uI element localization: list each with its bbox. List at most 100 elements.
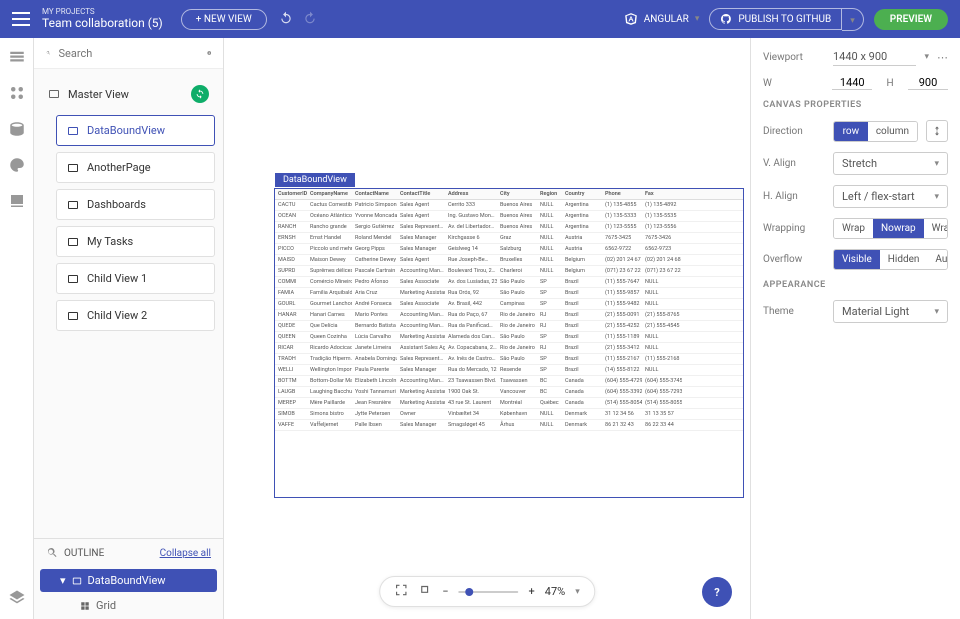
theme-label: Theme [763,306,825,317]
publish-group: PUBLISH TO GITHUB ▾ [709,8,863,31]
width-input[interactable] [832,76,872,90]
view-label: Child View 1 [87,272,147,285]
table-row[interactable]: BOTTMBottom-Dollar Mar…Elizabeth Lincoln… [275,376,743,387]
view-label: DataBoundView [87,124,165,137]
theme-icon[interactable] [8,156,26,174]
publish-chevron[interactable]: ▾ [842,8,864,31]
undo-icon[interactable] [279,11,293,28]
wrapping-wrap[interactable]: Wrap [834,219,873,238]
view-card[interactable]: Child View 2 [56,300,215,331]
zoom-slider[interactable] [459,591,519,593]
layers-icon[interactable] [8,589,26,607]
height-input[interactable] [908,76,948,90]
zoom-in-button[interactable]: + [529,585,535,598]
left-panel: Master View DataBoundView AnotherPage Dash… [34,38,224,619]
master-view[interactable]: Master View [42,79,215,109]
table-row[interactable]: RANCHRancho grandeSergio GutiérrezSales … [275,222,743,233]
table-row[interactable]: SIMOBSimons bistroJytte PetersenOwnerVin… [275,409,743,420]
view-card[interactable]: AnotherPage [56,152,215,183]
view-card[interactable]: Dashboards [56,189,215,220]
expand-icon[interactable] [418,583,432,600]
master-view-label: Master View [68,88,129,101]
table-row[interactable]: PICCOPiccolo und mehrGeorg PippsSales Ma… [275,244,743,255]
outline-title: OUTLINE [64,548,104,559]
outline-root[interactable]: ▾ DataBoundView [40,569,217,592]
topbar: MY PROJECTS Team collaboration (5) + NEW… [0,0,960,38]
table-row[interactable]: FAMIAFamília ArquibaldoAria CruzMarketin… [275,288,743,299]
components-icon[interactable] [8,84,26,102]
search-icon [46,547,58,559]
appearance-title: APPEARANCE [763,280,948,290]
table-row[interactable]: RICARRicardo AdocicadosJanete LimeiraAss… [275,343,743,354]
search-input[interactable] [59,47,199,60]
search-icon [46,46,51,60]
view-card[interactable]: Child View 1 [56,263,215,294]
wrapping-nowrap[interactable]: Nowrap [873,219,924,238]
table-row[interactable]: COMMIComércio MineiroPedro AfonsoSales A… [275,277,743,288]
table-row[interactable]: LAUGBLaughing Bacchus …Yoshi TannamuriMa… [275,387,743,398]
assets-icon[interactable] [8,192,26,210]
redo-icon[interactable] [303,11,317,28]
outline-grid[interactable]: Grid [40,594,217,617]
icon-rail [0,38,34,619]
framework-label: ANGULAR [644,14,689,25]
views-icon[interactable] [8,48,26,66]
table-row[interactable]: GOURLGourmet Lanchon…André FonsecaSales … [275,299,743,310]
table-row[interactable]: QUEDEQue DelíciaBernardo BatistaAccounti… [275,321,743,332]
project-title[interactable]: Team collaboration (5) [42,17,163,30]
help-button[interactable]: ? [702,577,732,607]
artboard[interactable]: DataBoundView CustomerIDCompanyNameConta… [274,188,744,498]
new-view-button[interactable]: + NEW VIEW [181,9,267,30]
zoom-out-button[interactable]: − [442,585,448,598]
view-label: Child View 2 [87,309,147,322]
wrapping-label: Wrapping [763,223,825,234]
table-row[interactable]: HANARHanari CarnesMario PontesAccounting… [275,310,743,321]
preview-button[interactable]: PREVIEW [874,9,948,30]
swap-direction-button[interactable] [926,120,948,142]
theme-select[interactable]: Material Light▾ [833,300,948,323]
add-circle-icon[interactable] [207,46,212,60]
sync-icon[interactable] [191,85,209,103]
zoom-bar: − + 47% ▾ [379,576,595,607]
table-row[interactable]: VAFFEVaffeljernetPalle IbsenSales Manage… [275,420,743,431]
view-label: Dashboards [87,198,146,211]
viewport-preset[interactable]: 1440 x 900 [833,48,916,66]
valign-select[interactable]: Stretch▾ [833,152,948,175]
outline-grid-label: Grid [96,599,116,612]
data-icon[interactable] [8,120,26,138]
height-label: H [880,78,900,89]
overflow-auto[interactable]: Auto [927,250,948,269]
table-row[interactable]: SUPRDSuprêmes délicesPascale CartrainAcc… [275,266,743,277]
overflow-visible[interactable]: Visible [834,250,880,269]
more-icon[interactable]: ⋯ [937,51,948,64]
table-row[interactable]: MEREPMère PaillardeJean FresnièreMarketi… [275,398,743,409]
direction-row[interactable]: row [834,122,868,141]
table-row[interactable]: CACTUCactus ComestiblesPatricio SimpsonS… [275,200,743,211]
table-row[interactable]: TRADHTradição Hiperm…Anabela DominguesSa… [275,354,743,365]
chevron-down-icon[interactable]: ▾ [924,52,929,62]
halign-select[interactable]: Left / flex-start▾ [833,185,948,208]
publish-button[interactable]: PUBLISH TO GITHUB [709,8,842,30]
search-row [34,38,223,69]
menu-icon[interactable] [12,10,30,28]
fit-icon[interactable] [394,583,408,600]
view-card[interactable]: My Tasks [56,226,215,257]
canvas[interactable]: DataBoundView CustomerIDCompanyNameConta… [224,38,750,619]
collapse-all-link[interactable]: Collapse all [160,548,211,559]
data-grid[interactable]: CustomerIDCompanyNameContactNameContactT… [275,189,743,497]
view-card[interactable]: DataBoundView [56,115,215,146]
table-row[interactable]: OCEANOcéano AtlánticoYvonne MoncadaSales… [275,211,743,222]
table-row[interactable]: MAISDMaison DeweyCatherine DeweySales Ag… [275,255,743,266]
table-row[interactable]: QUEENQueen CozinhaLúcia CarvalhoMarketin… [275,332,743,343]
artboard-title: DataBoundView [275,173,355,187]
direction-column[interactable]: column [868,122,917,141]
wrapping-wrapre…[interactable]: WrapRe… [924,219,948,238]
chevron-down-icon: ▾ [695,14,700,24]
framework-select[interactable]: ANGULAR ▾ [624,12,700,26]
table-row[interactable]: ERNSHErnst HandelRoland MendelSales Mana… [275,233,743,244]
table-row[interactable]: WELLIWellington Import…Paula ParenteSale… [275,365,743,376]
canvas-props-title: CANVAS PROPERTIES [763,100,948,110]
chevron-down-icon[interactable]: ▾ [575,587,580,597]
overflow-hidden[interactable]: Hidden [880,250,928,269]
my-projects-label: MY PROJECTS [42,8,163,17]
